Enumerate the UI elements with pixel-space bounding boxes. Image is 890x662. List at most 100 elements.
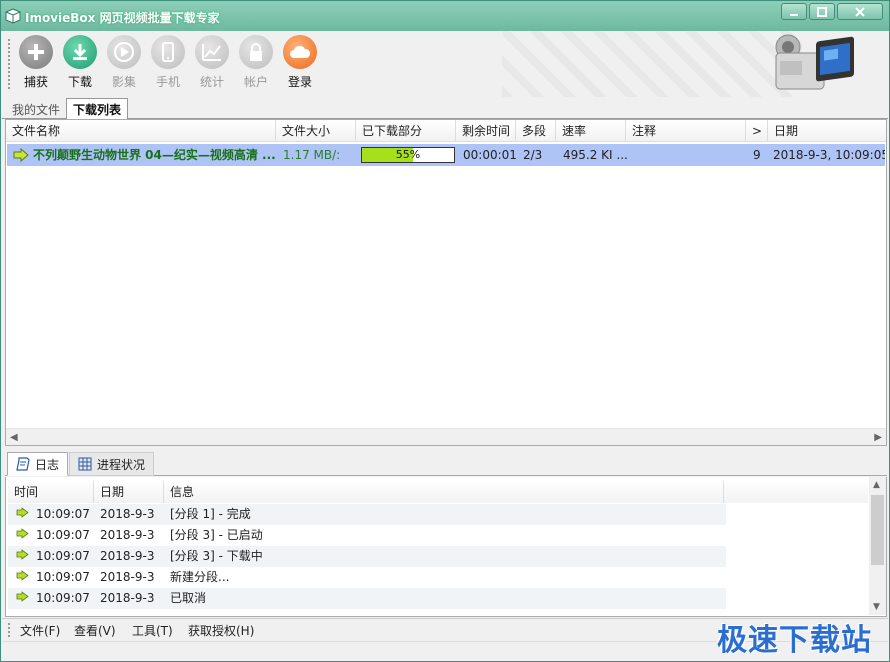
log-column-date[interactable]: 日期 [94, 481, 164, 503]
download-label: 下载 [67, 75, 92, 89]
tab-log-label: 日志 [35, 457, 60, 472]
menu-file[interactable]: 文件(F) [20, 622, 60, 639]
tab-process-status[interactable]: 进程状况 [69, 452, 155, 476]
account-label: 帐户 [243, 75, 268, 89]
minimize-icon [790, 13, 798, 16]
window-title: ImovieBox 网页视频批量下载专家 [25, 11, 220, 25]
menu-tools[interactable]: 工具(T) [132, 622, 173, 639]
log-row[interactable]: 10:09:07 2018-9-3 [分段 3] - 已启动 [8, 525, 726, 546]
log-header: 时间 日期 信息 [8, 481, 868, 503]
minimize-button[interactable] [781, 3, 807, 20]
log-info: 已取消 [170, 591, 207, 605]
maximize-button[interactable] [809, 3, 835, 20]
stats-button[interactable]: 统计 [190, 35, 234, 95]
phone-icon [162, 42, 174, 62]
log-info: [分段 3] - 下载中 [170, 549, 263, 563]
phone-button[interactable]: 手机 [146, 35, 190, 95]
tab-my-files[interactable]: 我的文件 [6, 99, 66, 119]
bottom-tabs: 日志 进程状况 [5, 450, 887, 476]
column-header-more[interactable]: > [746, 120, 768, 142]
scrollbar-thumb[interactable] [871, 495, 884, 565]
toolbar-grip[interactable] [8, 39, 11, 89]
column-header-date[interactable]: 日期 [768, 120, 886, 142]
capture-label: 捕获 [23, 75, 48, 89]
log-date: 2018-9-3 [100, 507, 155, 521]
column-header-name[interactable]: 文件名称 [6, 120, 276, 142]
cloud-icon [290, 45, 311, 58]
grid-icon [78, 457, 92, 471]
download-rate: 495.2 KI ... [563, 148, 628, 162]
title-bar[interactable]: ImovieBox 网页视频批量下载专家 [1, 1, 889, 31]
album-label: 影集 [111, 75, 136, 89]
column-header-size[interactable]: 文件大小 [276, 120, 356, 142]
log-date: 2018-9-3 [100, 570, 155, 584]
capture-button[interactable]: 捕获 [14, 35, 58, 95]
download-progress-text: 55% [395, 148, 421, 161]
download-icon [73, 44, 87, 60]
download-more-value: 9 [753, 148, 761, 162]
main-tabs: 我的文件 下载列表 [2, 97, 888, 120]
plus-icon [28, 44, 44, 60]
log-time: 10:09:07 [36, 591, 90, 605]
download-progress-bar: 55% [361, 147, 455, 163]
play-icon [114, 42, 134, 62]
column-header-remaining[interactable]: 剩余时间 [456, 120, 516, 142]
download-remaining: 00:00:01 [463, 148, 517, 162]
lock-icon [250, 43, 262, 61]
log-info: 新建分段... [170, 570, 230, 584]
arrow-right-icon [16, 570, 29, 581]
tab-log[interactable]: 日志 [7, 452, 69, 476]
column-header-downloaded[interactable]: 已下载部分 [356, 120, 456, 142]
log-date: 2018-9-3 [100, 528, 155, 542]
phone-label: 手机 [155, 75, 180, 89]
log-row[interactable]: 10:09:07 2018-9-3 新建分段... [8, 567, 726, 588]
login-button[interactable]: 登录 [278, 35, 322, 95]
menu-license[interactable]: 获取授权(H) [188, 622, 254, 639]
log-vertical-scrollbar[interactable]: ▲ ▼ [869, 477, 886, 615]
column-header-segments[interactable]: 多段 [516, 120, 556, 142]
log-column-info[interactable]: 信息 [164, 481, 724, 503]
log-time: 10:09:07 [36, 570, 90, 584]
log-panel: 时间 日期 信息 10:09:07 2018-9-3 [分段 1] - 完成 1… [5, 477, 887, 617]
download-row[interactable]: 不列颠野生动物世界 04—纪实—视频高清 ... 1.17 MB/: 55% 0… [7, 144, 885, 166]
arrow-right-icon [16, 528, 29, 539]
scroll-right-icon[interactable]: ▶ [874, 432, 882, 443]
download-list-header: 文件名称 文件大小 已下载部分 剩余时间 多段 速率 注释 > 日期 [6, 120, 886, 142]
log-time: 10:09:07 [36, 507, 90, 521]
column-header-note[interactable]: 注释 [626, 120, 746, 142]
log-date: 2018-9-3 [100, 549, 155, 563]
download-file-name: 不列颠野生动物世界 04—纪实—视频高清 ... [33, 148, 276, 162]
download-date: 2018-9-3, 10:09:05 [773, 148, 885, 162]
tab-download-list[interactable]: 下载列表 [66, 98, 129, 120]
scroll-up-icon[interactable]: ▲ [873, 480, 880, 490]
arrow-right-icon [16, 591, 29, 602]
menu-grip[interactable] [8, 623, 11, 637]
arrow-right-icon [16, 507, 29, 518]
app-box-icon [5, 8, 21, 24]
close-button[interactable] [837, 3, 883, 20]
toolbar-decoration [502, 31, 802, 97]
tab-process-status-label: 进程状况 [97, 457, 146, 472]
menu-view[interactable]: 查看(V) [74, 622, 116, 639]
download-file-size: 1.17 MB/: [283, 148, 341, 162]
site-watermark: 极速下载站 [717, 623, 872, 658]
log-row[interactable]: 10:09:07 2018-9-3 已取消 [8, 588, 726, 609]
arrow-right-icon [16, 549, 29, 560]
column-header-rate[interactable]: 速率 [556, 120, 626, 142]
scroll-down-icon[interactable]: ▼ [873, 602, 880, 612]
download-button[interactable]: 下载 [58, 35, 102, 95]
log-info: [分段 3] - 已启动 [170, 528, 263, 542]
log-row[interactable]: 10:09:07 2018-9-3 [分段 3] - 下载中 [8, 546, 726, 567]
log-column-time[interactable]: 时间 [8, 481, 94, 503]
download-list: 文件名称 文件大小 已下载部分 剩余时间 多段 速率 注释 > 日期 不列颠野生… [5, 119, 887, 446]
camcorder-logo-icon [775, 34, 854, 90]
horizontal-scrollbar[interactable]: ◀ ▶ [6, 428, 886, 445]
log-row[interactable]: 10:09:07 2018-9-3 [分段 1] - 完成 [8, 504, 726, 525]
stats-label: 统计 [199, 75, 224, 89]
log-info: [分段 1] - 完成 [170, 507, 251, 521]
album-button[interactable]: 影集 [102, 35, 146, 95]
log-time: 10:09:07 [36, 549, 90, 563]
account-button[interactable]: 帐户 [234, 35, 278, 95]
log-icon [16, 457, 30, 471]
scroll-left-icon[interactable]: ◀ [10, 432, 18, 443]
